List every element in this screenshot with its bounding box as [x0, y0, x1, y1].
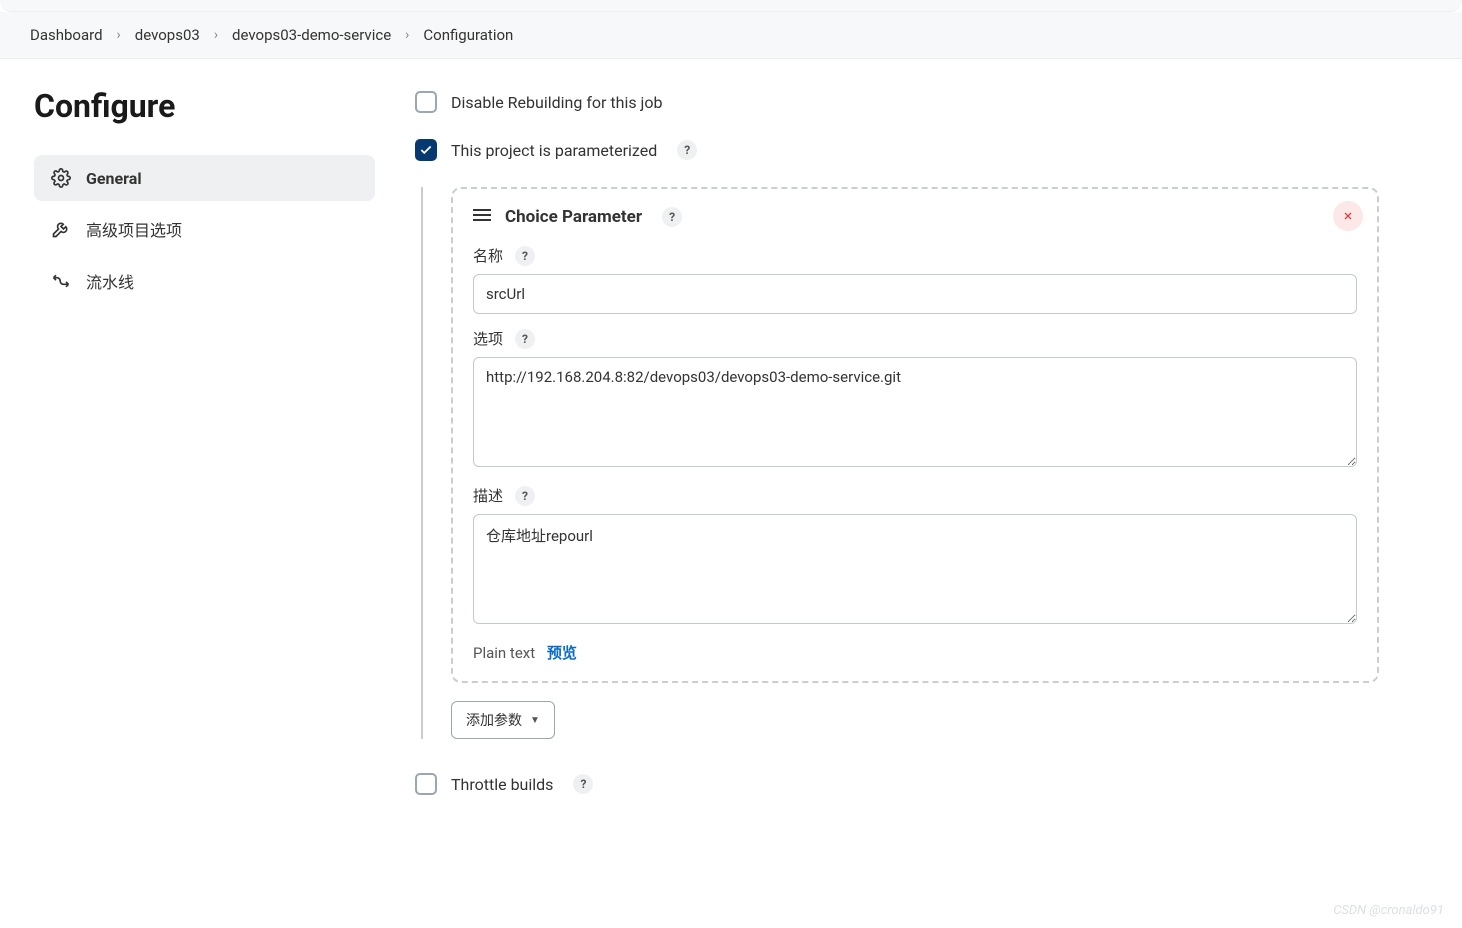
main-layout: Configure General 高级项目选项 流水线 [0, 59, 1462, 861]
drag-handle-icon[interactable] [473, 208, 491, 226]
side-nav: General 高级项目选项 流水线 [34, 155, 375, 305]
chevron-right-icon: › [214, 27, 218, 43]
pipeline-icon [50, 270, 72, 292]
parameterized-label: This project is parameterized [451, 141, 657, 160]
breadcrumb-item-configuration[interactable]: Configuration [423, 26, 513, 44]
options-label-text: 选项 [473, 328, 503, 349]
preview-row: Plain text 预览 [473, 642, 1357, 663]
chevron-right-icon: › [405, 27, 409, 43]
card-header: Choice Parameter ? [473, 207, 1357, 227]
help-icon[interactable]: ? [515, 246, 535, 266]
add-parameter-button[interactable]: 添加参数 ▼ [451, 701, 555, 739]
options-label: 选项 ? [473, 328, 1357, 349]
description-textarea[interactable]: 仓库地址repourl [473, 514, 1357, 624]
breadcrumb-item-job[interactable]: devops03-demo-service [232, 26, 391, 44]
sidebar-item-label: General [86, 169, 142, 188]
name-label-text: 名称 [473, 245, 503, 266]
sidebar: Configure General 高级项目选项 流水线 [0, 59, 395, 861]
name-input[interactable] [473, 274, 1357, 314]
gear-icon [50, 167, 72, 189]
disable-rebuilding-row: Disable Rebuilding for this job [415, 91, 1379, 113]
watermark: CSDN @cronaldo91 [1333, 903, 1444, 918]
description-label: 描述 ? [473, 485, 1357, 506]
sidebar-item-pipeline[interactable]: 流水线 [34, 257, 375, 305]
options-textarea[interactable]: http://192.168.204.8:82/devops03/devops0… [473, 357, 1357, 467]
parameterized-row: This project is parameterized ? [415, 139, 1379, 161]
parameterized-checkbox[interactable] [415, 139, 437, 161]
name-label: 名称 ? [473, 245, 1357, 266]
description-label-text: 描述 [473, 485, 503, 506]
sidebar-item-advanced[interactable]: 高级项目选项 [34, 205, 375, 253]
content: Disable Rebuilding for this job This pro… [395, 59, 1415, 861]
disable-rebuilding-label: Disable Rebuilding for this job [451, 93, 663, 112]
top-bar [0, 0, 1462, 12]
add-parameter-label: 添加参数 [466, 710, 522, 730]
choice-parameter-card: Choice Parameter ? 名称 ? 选项 ? http://192.… [451, 187, 1379, 683]
preview-link[interactable]: 预览 [547, 644, 577, 662]
help-icon[interactable]: ? [515, 329, 535, 349]
help-icon[interactable]: ? [662, 207, 682, 227]
caret-down-icon: ▼ [530, 715, 540, 726]
plain-text-label: Plain text [473, 644, 535, 662]
remove-parameter-button[interactable] [1333, 201, 1363, 231]
help-icon[interactable]: ? [515, 486, 535, 506]
parameter-type-title: Choice Parameter [505, 207, 642, 227]
chevron-right-icon: › [117, 27, 121, 43]
disable-rebuilding-checkbox[interactable] [415, 91, 437, 113]
throttle-checkbox[interactable] [415, 773, 437, 795]
wrench-icon [50, 218, 72, 240]
help-icon[interactable]: ? [677, 140, 697, 160]
sidebar-item-label: 流水线 [86, 269, 134, 293]
sidebar-item-general[interactable]: General [34, 155, 375, 201]
sidebar-item-label: 高级项目选项 [86, 217, 182, 241]
parameters-section: Choice Parameter ? 名称 ? 选项 ? http://192.… [421, 187, 1379, 739]
breadcrumb-item-folder[interactable]: devops03 [135, 26, 200, 44]
help-icon[interactable]: ? [573, 774, 593, 794]
throttle-row: Throttle builds ? [415, 773, 1379, 795]
breadcrumb-item-dashboard[interactable]: Dashboard [30, 26, 103, 44]
page-title: Configure [34, 87, 375, 125]
throttle-label: Throttle builds [451, 775, 553, 794]
breadcrumb: Dashboard › devops03 › devops03-demo-ser… [0, 12, 1462, 59]
